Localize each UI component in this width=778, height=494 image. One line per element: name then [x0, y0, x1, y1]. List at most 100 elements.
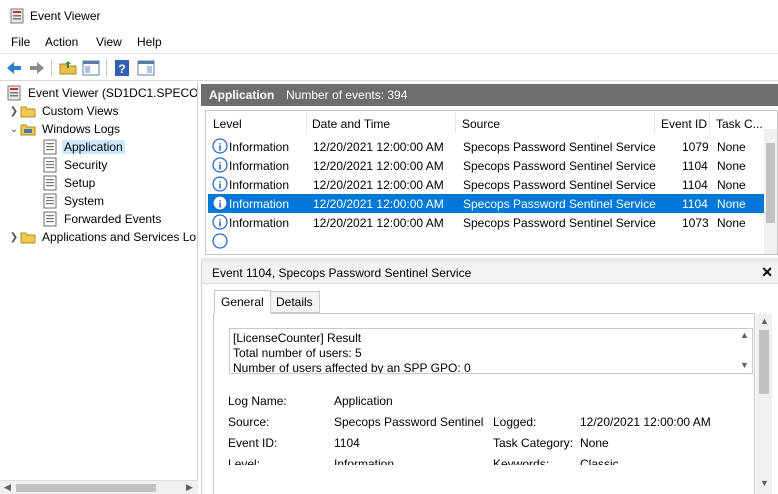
tree-item-applications-and-services[interactable]: ❯ Applications and Services Lo [8, 228, 197, 246]
event-description[interactable]: [LicenseCounter] Result Total number of … [229, 328, 753, 374]
event-row[interactable]: i Information 12/20/2021 12:00:00 AM Spe… [208, 137, 764, 156]
show-action-pane-icon[interactable] [136, 58, 156, 78]
event-detail-header: Event 1104, Specops Password Sentinel Se… [202, 262, 778, 284]
scroll-thumb[interactable] [16, 484, 156, 492]
log-title: Application [209, 88, 275, 102]
scroll-thumb[interactable] [759, 330, 769, 394]
svg-text:?: ? [118, 62, 125, 76]
tree-label: Applications and Services Lo [42, 230, 197, 244]
column-task-category[interactable]: Task C... [716, 117, 763, 131]
chevron-down-icon[interactable]: ⌄ [8, 120, 20, 138]
toolbar-separator [51, 59, 52, 77]
scroll-up-icon[interactable]: ▲ [740, 330, 749, 340]
scroll-down-icon[interactable]: ▼ [740, 360, 749, 370]
tab-details[interactable]: Details [269, 291, 320, 313]
svg-text:i: i [218, 199, 221, 211]
log-icon [43, 139, 57, 155]
column-source[interactable]: Source [462, 117, 500, 131]
menu-view[interactable]: View [96, 35, 122, 49]
column-divider[interactable] [306, 113, 307, 133]
menu-bar: File Action View Help [0, 32, 778, 52]
close-icon[interactable]: ✕ [761, 264, 773, 281]
information-icon: i [212, 195, 228, 211]
event-task: None [717, 178, 746, 192]
detail-scrollbar[interactable]: ▲ ▼ [756, 314, 772, 494]
event-row[interactable]: i Information 12/20/2021 12:00:00 AM Spe… [208, 175, 764, 194]
event-id: 1104 [682, 197, 708, 211]
logged-value: 12/20/2021 12:00:00 AM [580, 415, 711, 429]
log-header: Application Number of events: 394 [201, 84, 778, 106]
log-icon [43, 175, 57, 191]
event-row[interactable]: i Information 12/20/2021 12:00:00 AM Spe… [208, 156, 764, 175]
event-id-label: Event ID: [228, 436, 278, 450]
chevron-right-icon[interactable]: ❯ [8, 102, 20, 120]
folder-up-icon[interactable] [58, 58, 78, 78]
keywords-value: Classic [580, 457, 619, 465]
column-divider[interactable] [455, 113, 456, 133]
event-date: 12/20/2021 12:00:00 AM [313, 159, 444, 173]
event-date: 12/20/2021 12:00:00 AM [313, 178, 444, 192]
event-source: Specops Password Sentinel Service [463, 216, 656, 230]
toolbar-separator [106, 59, 107, 77]
tree-label: Event Viewer (SD1DC1.SPECOPS [28, 86, 198, 100]
tree-item-system[interactable]: System [30, 192, 106, 210]
event-detail-title: Event 1104, Specops Password Sentinel Se… [212, 266, 472, 280]
tree-item-application[interactable]: Application [30, 138, 125, 156]
menu-help[interactable]: Help [137, 35, 162, 49]
tree-horizontal-scrollbar[interactable]: ◀ ▶ [0, 480, 198, 494]
tree-item-windows-logs[interactable]: ⌄ Windows Logs [8, 120, 122, 138]
event-id: 1079 [682, 140, 709, 154]
event-id: 1073 [682, 216, 709, 230]
back-arrow-icon[interactable] [4, 58, 24, 78]
menu-action[interactable]: Action [45, 35, 78, 49]
event-task: None [717, 140, 746, 154]
log-name-value: Application [334, 394, 393, 408]
event-date: 12/20/2021 12:00:00 AM [313, 216, 444, 230]
scroll-up-icon[interactable]: ▲ [760, 316, 769, 326]
help-icon[interactable]: ? [112, 58, 132, 78]
forward-arrow-icon[interactable] [27, 58, 47, 78]
folder-icon [20, 106, 36, 118]
column-divider[interactable] [709, 113, 710, 133]
tree-item-custom-views[interactable]: ❯ Custom Views [8, 102, 120, 120]
description-scrollbar[interactable]: ▲ ▼ [738, 329, 752, 373]
column-divider[interactable] [654, 113, 655, 133]
tab-general[interactable]: General [214, 290, 271, 314]
event-id-value: 1104 [334, 436, 360, 450]
event-row[interactable]: i Information 12/20/2021 12:00:00 AM Spe… [208, 213, 764, 232]
chevron-right-icon[interactable]: ❯ [8, 228, 20, 246]
event-list: Level Date and Time Source Event ID Task… [205, 110, 778, 255]
tree-item-setup[interactable]: Setup [30, 174, 97, 192]
event-date: 12/20/2021 12:00:00 AM [313, 140, 444, 154]
scroll-left-icon[interactable]: ◀ [4, 482, 11, 493]
tree-item-forwarded-events[interactable]: Forwarded Events [30, 210, 163, 228]
svg-text:i: i [218, 161, 221, 173]
column-event-id[interactable]: Event ID [661, 117, 707, 131]
menu-file[interactable]: File [11, 35, 30, 49]
information-icon: i [212, 214, 228, 230]
tree-item-security[interactable]: Security [30, 156, 109, 174]
general-tab-panel: [LicenseCounter] Result Total number of … [213, 313, 755, 494]
toolbar: ? [0, 53, 778, 81]
event-level: Information [229, 197, 290, 211]
scroll-thumb[interactable] [766, 143, 775, 223]
event-list-scrollbar[interactable] [764, 129, 777, 254]
show-hide-tree-icon[interactable] [81, 58, 101, 78]
column-level[interactable]: Level [213, 117, 242, 131]
information-icon [212, 233, 228, 249]
column-date[interactable]: Date and Time [312, 117, 390, 131]
log-icon [43, 193, 57, 209]
event-level: Information [229, 216, 290, 230]
event-row-selected[interactable]: i Information 12/20/2021 12:00:00 AM Spe… [208, 194, 764, 213]
svg-text:i: i [218, 142, 221, 154]
log-name-label: Log Name: [228, 394, 287, 408]
scroll-down-icon[interactable]: ▼ [760, 478, 769, 488]
event-date: 12/20/2021 12:00:00 AM [313, 197, 444, 211]
scroll-right-icon[interactable]: ▶ [186, 482, 193, 493]
event-source: Specops Password Sentinel Service [463, 159, 656, 173]
information-icon: i [212, 138, 228, 154]
event-detail-pane: Event 1104, Specops Password Sentinel Se… [201, 262, 778, 494]
tree-item-root[interactable]: Event Viewer (SD1DC1.SPECOPS [4, 84, 198, 102]
